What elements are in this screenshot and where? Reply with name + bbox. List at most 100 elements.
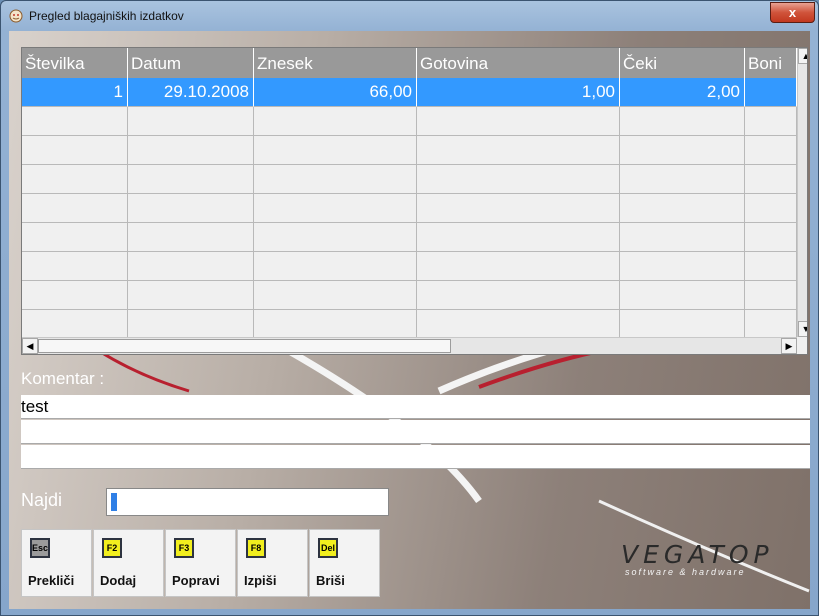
key-del-icon: Del xyxy=(318,538,338,558)
table-row[interactable] xyxy=(22,165,797,194)
table-cell[interactable] xyxy=(745,310,797,339)
app-icon xyxy=(9,9,23,23)
table-cell[interactable] xyxy=(254,194,417,223)
column-header-ceki[interactable]: Čeki xyxy=(620,48,745,78)
table-cell[interactable] xyxy=(22,310,128,339)
table-cell[interactable] xyxy=(620,310,745,339)
table-cell[interactable] xyxy=(254,281,417,310)
column-header-znesek[interactable]: Znesek xyxy=(254,48,417,78)
table-cell[interactable] xyxy=(417,136,620,165)
table-row[interactable] xyxy=(22,223,797,252)
table-cell[interactable] xyxy=(745,78,797,107)
scroll-right-arrow-icon[interactable]: ▶ xyxy=(781,338,797,354)
table-cell[interactable] xyxy=(417,223,620,252)
table-cell[interactable] xyxy=(745,165,797,194)
add-button[interactable]: F2 Dodaj xyxy=(93,529,164,597)
table-cell[interactable] xyxy=(620,107,745,136)
table-cell[interactable] xyxy=(254,223,417,252)
edit-button-label: Popravi xyxy=(172,573,220,588)
table-cell[interactable] xyxy=(128,310,254,339)
print-button-label: Izpiši xyxy=(244,573,277,588)
table-cell[interactable] xyxy=(745,281,797,310)
horizontal-scrollbar[interactable]: ◀ ▶ xyxy=(22,337,797,354)
table-cell[interactable] xyxy=(254,310,417,339)
table-cell[interactable] xyxy=(620,136,745,165)
table-cell[interactable] xyxy=(254,165,417,194)
table-cell[interactable] xyxy=(745,136,797,165)
add-button-label: Dodaj xyxy=(100,573,137,588)
table-row[interactable] xyxy=(22,107,797,136)
column-header-datum[interactable]: Datum xyxy=(128,48,254,78)
window-title: Pregled blagajniških izdatkov xyxy=(29,9,184,23)
table-row[interactable] xyxy=(22,281,797,310)
table-cell[interactable] xyxy=(745,252,797,281)
table-cell[interactable] xyxy=(417,165,620,194)
text-cursor xyxy=(111,493,117,511)
table-cell[interactable]: 2,00 xyxy=(620,78,745,107)
table-cell[interactable]: 1 xyxy=(22,78,128,107)
expenses-table[interactable]: Številka Datum Znesek Gotovina Čeki Boni… xyxy=(21,47,808,355)
table-cell[interactable] xyxy=(254,252,417,281)
table-cell[interactable] xyxy=(254,136,417,165)
logo-tagline: software & hardware xyxy=(625,567,746,577)
table-cell[interactable]: 1,00 xyxy=(417,78,620,107)
table-row[interactable] xyxy=(22,310,797,339)
table-cell[interactable] xyxy=(745,107,797,136)
table-cell[interactable] xyxy=(22,223,128,252)
column-header-stevilka[interactable]: Številka xyxy=(22,48,128,78)
table-cell[interactable] xyxy=(745,223,797,252)
table-cell[interactable] xyxy=(22,165,128,194)
table-cell[interactable] xyxy=(620,165,745,194)
column-header-boni[interactable]: Boni xyxy=(745,48,797,78)
table-cell[interactable] xyxy=(128,281,254,310)
edit-button[interactable]: F3 Popravi xyxy=(165,529,236,597)
table-cell[interactable]: 29.10.2008 xyxy=(128,78,254,107)
table-cell[interactable] xyxy=(22,107,128,136)
scroll-down-arrow-icon[interactable]: ▼ xyxy=(798,321,807,337)
table-cell[interactable] xyxy=(128,107,254,136)
delete-button[interactable]: Del Briši xyxy=(309,529,380,597)
table-cell[interactable] xyxy=(128,223,254,252)
table-cell[interactable] xyxy=(22,252,128,281)
table-row[interactable] xyxy=(22,136,797,165)
table-cell[interactable] xyxy=(22,281,128,310)
cancel-button[interactable]: Esc Prekliči xyxy=(21,529,92,597)
title-bar[interactable]: Pregled blagajniških izdatkov x xyxy=(1,1,818,31)
search-input[interactable] xyxy=(106,488,389,516)
table-header: Številka Datum Znesek Gotovina Čeki Boni xyxy=(22,48,797,78)
table-cell[interactable] xyxy=(417,107,620,136)
table-cell[interactable] xyxy=(128,194,254,223)
table-cell[interactable] xyxy=(620,252,745,281)
table-cell[interactable] xyxy=(128,252,254,281)
comment-line-3[interactable] xyxy=(21,445,810,469)
table-cell[interactable] xyxy=(745,194,797,223)
vertical-scrollbar[interactable]: ▲ ▼ xyxy=(797,48,807,337)
table-cell[interactable] xyxy=(417,194,620,223)
table-cell[interactable] xyxy=(620,194,745,223)
table-row[interactable] xyxy=(22,194,797,223)
logo-name: VEGATOP xyxy=(621,540,774,569)
table-cell[interactable] xyxy=(620,223,745,252)
table-row[interactable]: 1 29.10.2008 66,00 1,00 2,00 xyxy=(22,78,797,107)
comment-line-1[interactable]: test xyxy=(21,395,810,419)
table-cell[interactable] xyxy=(128,165,254,194)
table-cell[interactable] xyxy=(417,281,620,310)
table-cell[interactable] xyxy=(254,107,417,136)
table-cell[interactable] xyxy=(22,194,128,223)
key-f8-icon: F8 xyxy=(246,538,266,558)
scroll-up-arrow-icon[interactable]: ▲ xyxy=(798,48,807,64)
table-cell[interactable] xyxy=(128,136,254,165)
close-button[interactable]: x xyxy=(770,2,815,23)
comment-line-2[interactable] xyxy=(21,420,810,444)
table-cell[interactable] xyxy=(417,310,620,339)
table-cell[interactable] xyxy=(417,252,620,281)
column-header-gotovina[interactable]: Gotovina xyxy=(417,48,620,78)
table-cell[interactable]: 66,00 xyxy=(254,78,417,107)
delete-button-label: Briši xyxy=(316,573,345,588)
horizontal-scroll-thumb[interactable] xyxy=(38,339,451,353)
table-row[interactable] xyxy=(22,252,797,281)
print-button[interactable]: F8 Izpiši xyxy=(237,529,308,597)
table-cell[interactable] xyxy=(620,281,745,310)
scroll-left-arrow-icon[interactable]: ◀ xyxy=(22,338,38,354)
table-cell[interactable] xyxy=(22,136,128,165)
